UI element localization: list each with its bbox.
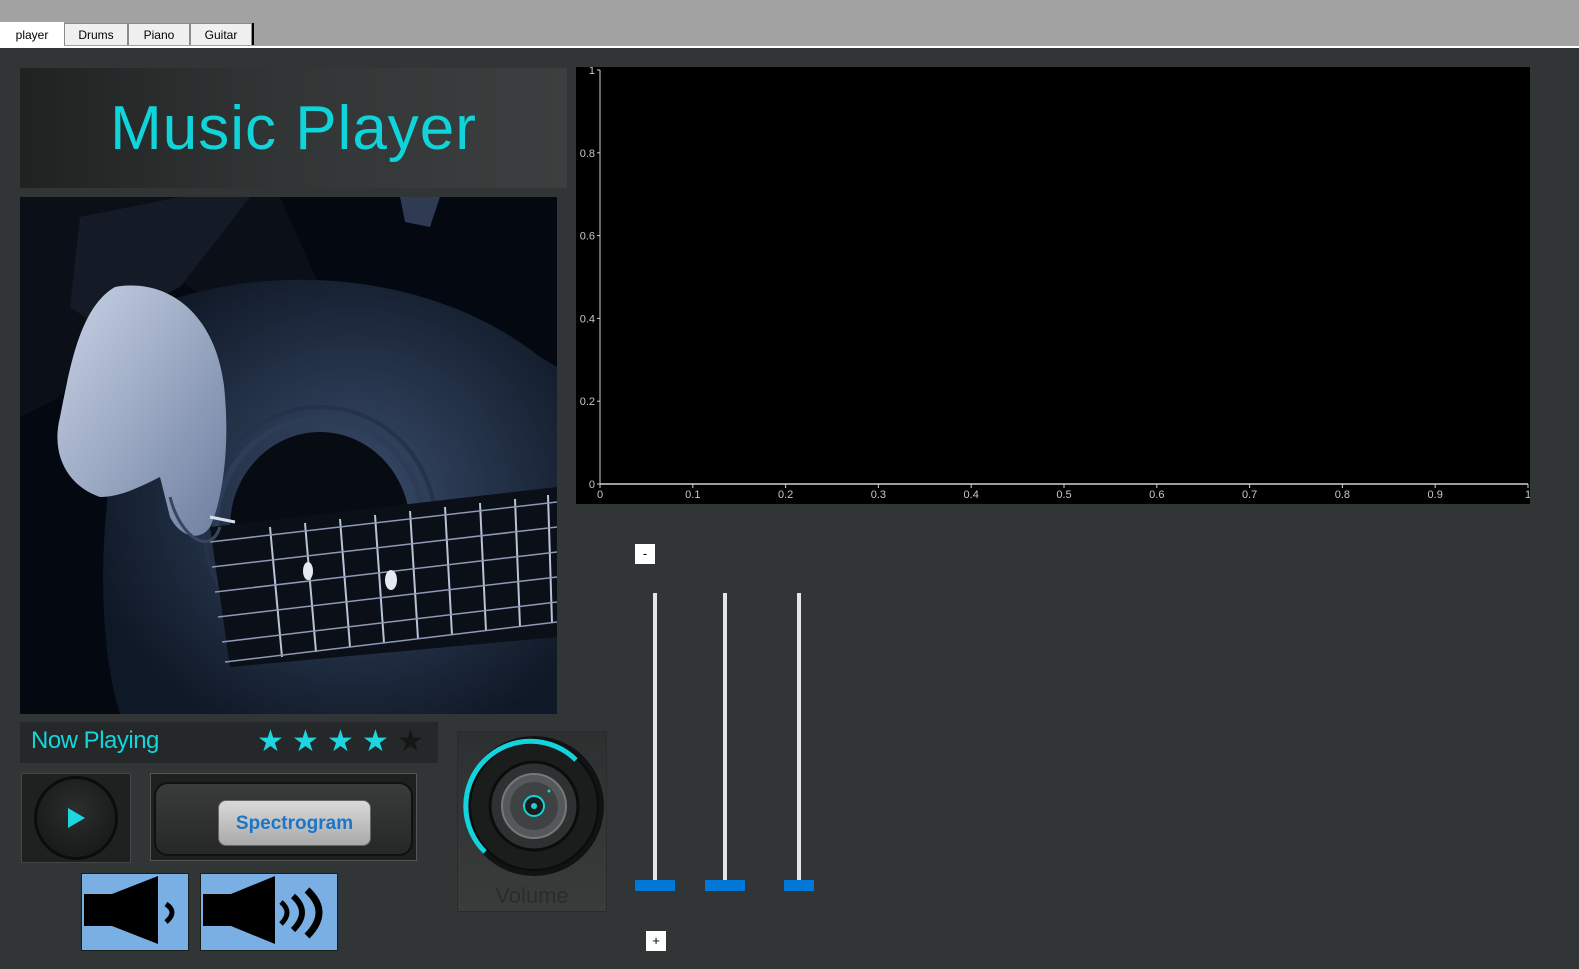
- tab-bar: player Drums Piano Guitar: [0, 22, 254, 46]
- title-banner: Music Player: [20, 68, 567, 188]
- star-icon[interactable]: ★: [361, 725, 390, 759]
- y-tick-label: 0.6: [580, 231, 595, 243]
- plus-button[interactable]: +: [646, 931, 666, 951]
- x-tick-label: 0.4: [964, 489, 979, 501]
- rating-stars[interactable]: ★ ★ ★ ★ ★: [256, 725, 425, 759]
- slider-track: [797, 593, 801, 889]
- play-panel: [21, 773, 131, 863]
- tab-player[interactable]: player: [0, 22, 64, 46]
- x-tick-label: 0.5: [1056, 489, 1071, 501]
- minus-button[interactable]: -: [635, 544, 655, 564]
- slider-handle[interactable]: [635, 880, 675, 891]
- x-tick-label: 0: [597, 489, 603, 501]
- volume-down-button[interactable]: [81, 873, 189, 951]
- banner-title: Music Player: [110, 93, 477, 163]
- speaker-low-icon: [84, 876, 175, 944]
- plot-canvas: 0 0.1 0.2 0.3 0.4 0.5 0.6 0.7 0.8 0.9 1 0 0.2 0.4 0.6 0…: [580, 65, 1531, 501]
- slider-handle[interactable]: [784, 880, 814, 891]
- tab-drums[interactable]: Drums: [64, 23, 128, 45]
- now-playing-bar: Now Playing ★ ★ ★ ★ ★: [20, 722, 438, 763]
- star-icon[interactable]: ★: [326, 725, 355, 759]
- play-button[interactable]: [34, 776, 118, 860]
- volume-knob-label: Volume: [495, 883, 569, 908]
- equalizer-slider-1[interactable]: [635, 593, 675, 895]
- star-icon[interactable]: ★: [291, 725, 320, 759]
- x-tick-label: 0.8: [1335, 489, 1350, 501]
- slider-handle[interactable]: [705, 880, 745, 891]
- signal-plot: 0 0.1 0.2 0.3 0.4 0.5 0.6 0.7 0.8 0.9 1 0 0.2 0.4 0.6 0…: [576, 65, 1531, 504]
- album-art-image: [20, 197, 557, 714]
- play-icon: [68, 808, 85, 828]
- x-tick-label: 0.6: [1149, 489, 1164, 501]
- y-tick-label: 0: [589, 479, 595, 491]
- star-icon[interactable]: ★: [396, 725, 425, 759]
- y-tick-label: 0.4: [580, 313, 595, 325]
- x-tick-label: 1: [1525, 489, 1530, 501]
- tab-piano[interactable]: Piano: [128, 23, 190, 45]
- y-tick-label: 0.8: [580, 148, 595, 160]
- x-tick-label: 0.9: [1428, 489, 1443, 501]
- x-tick-label: 0.1: [685, 489, 700, 501]
- volume-knob[interactable]: [458, 734, 606, 884]
- slider-track: [653, 593, 657, 889]
- volume-up-button[interactable]: [200, 873, 338, 951]
- tab-divider: [0, 46, 1579, 48]
- spectrogram-button[interactable]: Spectrogram: [218, 800, 371, 846]
- tab-bar-end: [252, 23, 254, 45]
- spectrogram-frame: Spectrogram: [154, 782, 413, 856]
- star-icon[interactable]: ★: [256, 725, 285, 759]
- x-tick-label: 0.7: [1242, 489, 1257, 501]
- y-tick-label: 1: [589, 67, 595, 77]
- speaker-high-icon: [203, 876, 323, 944]
- x-tick-label: 0.3: [871, 489, 886, 501]
- volume-knob-panel: Volume: [457, 731, 607, 912]
- x-tick-label: 0.2: [778, 489, 793, 501]
- tab-guitar[interactable]: Guitar: [190, 23, 252, 45]
- slider-track: [723, 593, 727, 889]
- spectrogram-panel: Spectrogram: [150, 773, 417, 861]
- equalizer-slider-2[interactable]: [705, 593, 745, 895]
- equalizer-slider-3[interactable]: [784, 593, 814, 895]
- now-playing-label: Now Playing: [31, 727, 159, 754]
- y-tick-label: 0.2: [580, 396, 595, 408]
